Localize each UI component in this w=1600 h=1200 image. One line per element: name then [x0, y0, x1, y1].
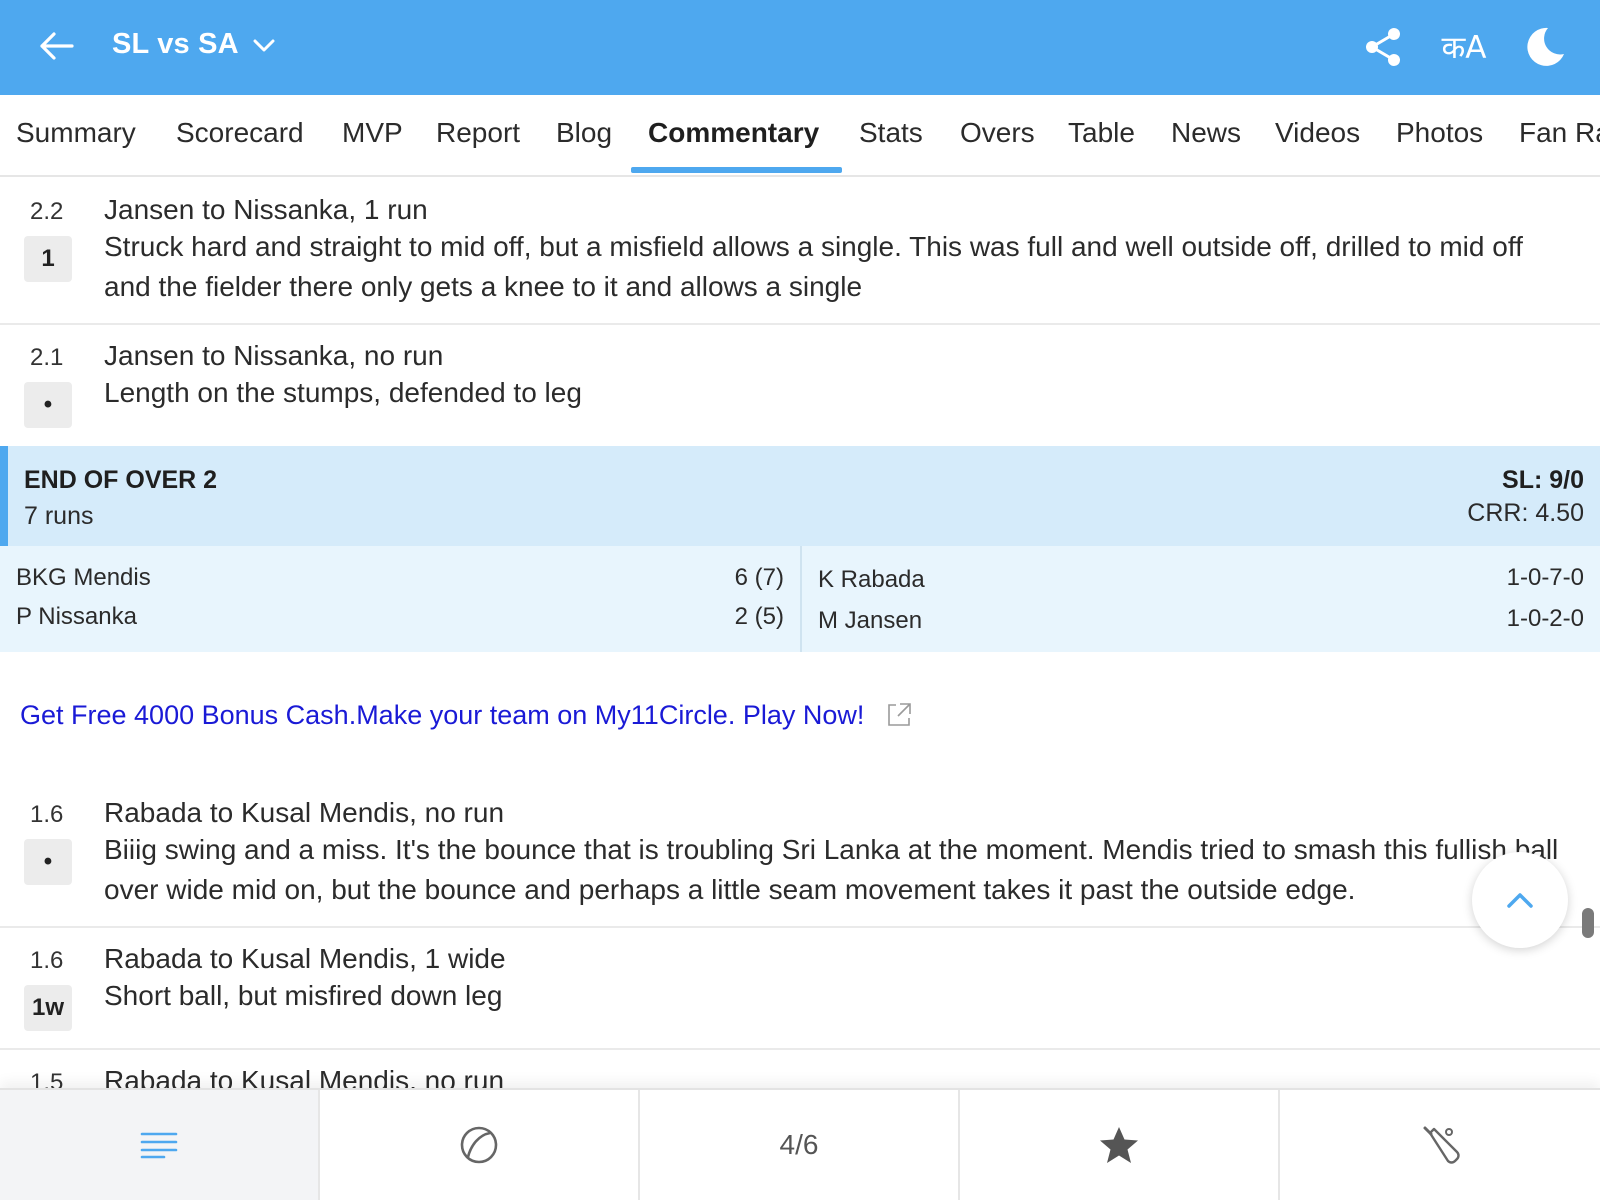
chevron-up-icon	[1507, 893, 1533, 908]
star-icon	[1100, 1127, 1138, 1163]
over-runs: 7 runs	[24, 502, 94, 530]
list-icon	[140, 1132, 178, 1159]
ball-description: Struck hard and straight to mid off, but…	[104, 231, 1523, 302]
language-icon: कA	[1441, 30, 1487, 66]
scroll-to-top-button[interactable]	[1472, 852, 1568, 948]
over-ball-count: 4/6	[779, 1129, 819, 1160]
match-title: SL vs SA	[112, 28, 239, 60]
dark-mode-toggle[interactable]	[1522, 24, 1568, 70]
ball-result-badge: •	[24, 382, 72, 428]
ball-result-badge: 1	[24, 236, 72, 282]
nav-ball-by-ball[interactable]	[320, 1090, 640, 1200]
over-number: 1.6	[30, 947, 64, 974]
active-tab-indicator	[631, 167, 842, 173]
ball-description: Length on the stumps, defended to leg	[104, 377, 582, 408]
bowler-name: K Rabada	[818, 566, 925, 593]
arrow-left-icon	[40, 32, 74, 60]
share-icon	[1366, 28, 1400, 66]
tab-fan-ratings[interactable]: Fan Ra	[1519, 95, 1600, 175]
app-header: SL vs SA कA	[0, 0, 1600, 95]
nav-commentary-list[interactable]	[0, 1090, 320, 1200]
tab-stats[interactable]: Stats	[859, 95, 923, 175]
nav-batting[interactable]	[1280, 1090, 1600, 1200]
bottom-navigation: 4/6	[0, 1088, 1600, 1200]
commentary-item: 2.1 • Jansen to Nissanka, no run Length …	[0, 325, 1600, 446]
over-number: 2.2	[30, 198, 64, 225]
bowler-figures: 1-0-2-0	[1506, 605, 1584, 632]
back-button[interactable]	[36, 26, 76, 66]
moon-icon	[1527, 27, 1564, 66]
ball-result-badge: •	[24, 839, 72, 885]
batter-name: BKG Mendis	[16, 564, 151, 591]
commentary-item: 1.6 1w Rabada to Kusal Mendis, 1 wide Sh…	[0, 928, 1600, 1050]
chevron-down-icon	[253, 39, 275, 51]
bat-icon	[1423, 1126, 1460, 1164]
nav-highlights[interactable]	[960, 1090, 1280, 1200]
tab-overs[interactable]: Overs	[960, 95, 1035, 175]
tab-report[interactable]: Report	[436, 95, 520, 175]
ball-description: Biiig swing and a miss. It's the bounce …	[104, 834, 1559, 905]
accent-bar	[0, 446, 8, 546]
end-of-over-summary: END OF OVER 2 7 runs SL: 9/0 CRR: 4.50	[0, 446, 1600, 546]
tab-scorecard[interactable]: Scorecard	[176, 95, 304, 175]
end-of-over-title: END OF OVER 2	[24, 466, 218, 494]
ball-title: Rabada to Kusal Mendis, 1 wide	[104, 943, 506, 974]
bowler-name: M Jansen	[818, 607, 923, 634]
team-score: SL: 9/0	[1502, 466, 1584, 494]
current-run-rate: CRR: 4.50	[1467, 499, 1584, 527]
batter-name: P Nissanka	[16, 603, 137, 630]
commentary-item: 2.2 1 Jansen to Nissanka, 1 run Struck h…	[0, 179, 1600, 325]
tab-mvp[interactable]: MVP	[342, 95, 403, 175]
external-link-icon	[888, 702, 912, 726]
over-number: 1.6	[30, 801, 64, 828]
tab-bar: Summary Scorecard MVP Report Blog Commen…	[0, 95, 1600, 177]
tab-photos[interactable]: Photos	[1396, 95, 1483, 175]
match-selector[interactable]: SL vs SA	[112, 28, 275, 61]
share-button[interactable]	[1362, 24, 1404, 70]
promo-text: Get Free 4000 Bonus Cash.Make your team …	[20, 700, 865, 730]
over-number: 2.1	[30, 344, 64, 371]
ball-title: Jansen to Nissanka, 1 run	[104, 194, 428, 225]
ball-title: Rabada to Kusal Mendis, no run	[104, 797, 505, 828]
end-of-over-players: BKG Mendis 6 (7) P Nissanka 2 (5) K Raba…	[0, 546, 1600, 652]
players-divider	[800, 546, 802, 652]
language-toggle[interactable]: कA	[1436, 24, 1492, 70]
bowler-figures: 1-0-7-0	[1506, 564, 1584, 591]
tab-blog[interactable]: Blog	[556, 95, 612, 175]
tab-news[interactable]: News	[1171, 95, 1241, 175]
tab-table[interactable]: Table	[1068, 95, 1135, 175]
ball-description: Short ball, but misfired down leg	[104, 980, 503, 1011]
batter-score: 2 (5)	[734, 603, 784, 630]
promo-link[interactable]: Get Free 4000 Bonus Cash.Make your team …	[20, 700, 912, 731]
commentary-item: 1.6 • Rabada to Kusal Mendis, no run Bii…	[0, 782, 1600, 928]
nav-over-progress[interactable]: 4/6	[640, 1090, 960, 1200]
tab-commentary[interactable]: Commentary	[648, 95, 819, 175]
ball-icon	[460, 1126, 498, 1164]
batter-score: 6 (7)	[734, 564, 784, 591]
tab-summary[interactable]: Summary	[16, 95, 136, 175]
ball-result-badge: 1w	[24, 985, 72, 1031]
tab-videos[interactable]: Videos	[1275, 95, 1360, 175]
scrollbar-thumb[interactable]	[1582, 908, 1594, 938]
ball-title: Jansen to Nissanka, no run	[104, 340, 444, 371]
